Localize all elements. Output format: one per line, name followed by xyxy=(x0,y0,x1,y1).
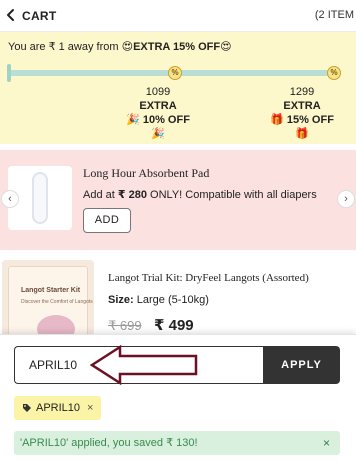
coupon-success-message: 'APRIL10' applied, you saved ₹ 130! × xyxy=(14,431,340,455)
progress-start-marker xyxy=(7,64,11,82)
gift-icon: 🎁 xyxy=(295,128,309,140)
carousel-prev-button[interactable]: ‹ xyxy=(1,190,19,208)
gift-icon: 🎁 xyxy=(270,114,284,126)
discount-milestone-icon: % xyxy=(168,66,182,80)
milestone-1299: 1299 EXTRA 🎁 15% OFF 🎁 xyxy=(270,86,334,140)
remove-coupon-icon[interactable]: × xyxy=(87,402,93,414)
annotation-arrow-icon xyxy=(90,344,198,386)
offer-progress: You are ₹ 1 away from 😍EXTRA 15% OFF😍 % … xyxy=(0,32,356,144)
cart-header: CART (2 ITEM xyxy=(0,0,356,32)
tag-icon xyxy=(23,404,31,412)
upsell-title: Long Hour Absorbent Pad xyxy=(83,166,210,180)
langot-kit-image[interactable]: Langot Starter Kit Discover the Comfort … xyxy=(2,260,94,336)
item-size: Size: Large (5-10kg) xyxy=(108,294,209,306)
party-popper-icon: 🎉 xyxy=(151,128,165,140)
heart-eyes-icon: 😍 xyxy=(121,41,134,53)
heart-eyes-icon: 😍 xyxy=(220,41,232,53)
add-upsell-button[interactable]: ADD xyxy=(83,208,131,233)
page-title: CART xyxy=(22,9,57,23)
upsell-description: Add at ₹ 280 ONLY! Compatible with all d… xyxy=(83,189,317,201)
offer-message: You are ₹ 1 away from 😍EXTRA 15% OFF😍 xyxy=(8,41,232,53)
close-icon[interactable]: × xyxy=(323,431,330,455)
apply-coupon-button[interactable]: APPLY xyxy=(263,346,340,384)
sale-price: ₹ 499 xyxy=(154,317,194,334)
discount-milestone-icon: % xyxy=(327,66,341,80)
back-arrow-icon[interactable] xyxy=(4,8,18,22)
item-title[interactable]: Langot Trial Kit: DryFeel Langots (Assor… xyxy=(108,272,309,284)
coupon-panel: APPLY APRIL10 × 'APRIL10' applied, you s… xyxy=(0,334,356,461)
cart-item: Langot Starter Kit Discover the Comfort … xyxy=(0,250,356,336)
item-count: (2 ITEM xyxy=(314,9,354,21)
party-popper-icon: 🎉 xyxy=(126,114,140,126)
original-price: ₹ 699 xyxy=(108,318,142,333)
applied-coupon-chip: APRIL10 × xyxy=(14,396,102,420)
upsell-card: ‹ › Long Hour Absorbent Pad Add at ₹ 280… xyxy=(0,150,356,250)
carousel-next-button[interactable]: › xyxy=(337,190,355,208)
milestone-1099: 1099 EXTRA 🎉 10% OFF 🎉 xyxy=(126,86,190,140)
applied-coupon-code: APRIL10 xyxy=(36,402,81,414)
